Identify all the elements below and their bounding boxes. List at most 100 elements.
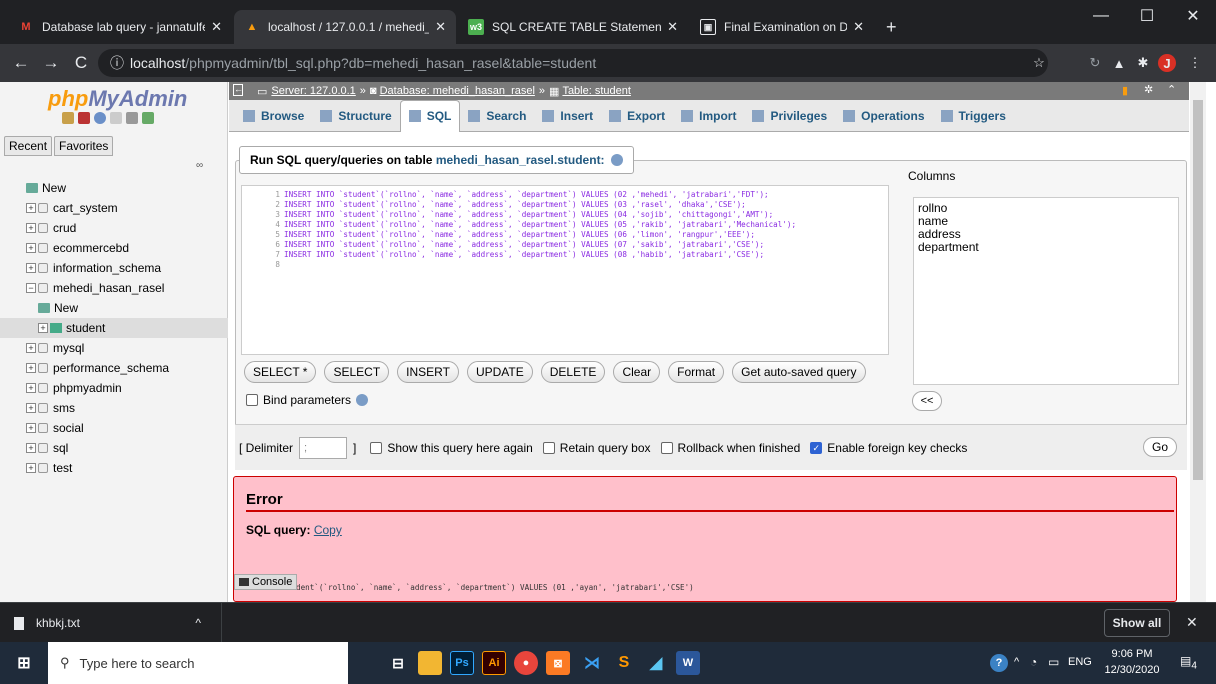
get-autosaved-query-button[interactable]: Get auto-saved query <box>732 361 866 383</box>
tab-triggers[interactable]: Triggers <box>933 100 1014 132</box>
tree-item-phpmyadmin[interactable]: + phpmyadmin <box>0 378 228 398</box>
breadcrumb-table[interactable]: Table: student <box>562 85 631 97</box>
tree-item-student[interactable]: + student <box>0 318 228 338</box>
checkbox[interactable] <box>370 441 383 454</box>
tab-sql[interactable]: SQL <box>399 99 461 132</box>
home-icon[interactable] <box>62 112 74 124</box>
breadcrumb-server[interactable]: Server: 127.0.0.1 <box>271 85 355 97</box>
forward-icon[interactable]: → <box>36 53 66 73</box>
bind-parameters-checkbox[interactable] <box>246 394 258 406</box>
help-tray-icon[interactable]: ? <box>990 654 1008 672</box>
gear-icon[interactable]: ✲ <box>1144 83 1153 96</box>
delete-button[interactable]: DELETE <box>540 361 606 383</box>
tree-item-cart-system[interactable]: + cart_system <box>0 198 228 218</box>
tree-item-mehedi-hasan-rasel[interactable]: − mehedi_hasan_rasel <box>0 278 228 298</box>
expand-icon[interactable]: + <box>26 343 36 353</box>
expand-icon[interactable]: + <box>26 463 36 473</box>
show-all-button[interactable]: Show all <box>1104 609 1170 637</box>
foreign-key-checks-option[interactable]: ✓ Enable foreign key checks <box>810 441 967 455</box>
close-tab-icon[interactable]: ✕ <box>853 19 864 35</box>
retain-query-box-option[interactable]: Retain query box <box>542 441 651 455</box>
phpmyadmin-logo[interactable]: phpMyAdmin <box>48 86 187 112</box>
go-button[interactable]: Go <box>1142 437 1177 457</box>
bind-parameters[interactable]: Bind parameters <box>246 393 369 407</box>
collapse-icon[interactable]: − <box>26 283 36 293</box>
extension-icon[interactable]: ▲ <box>1110 54 1128 72</box>
tab-search[interactable]: Search <box>460 100 534 132</box>
checkbox[interactable] <box>542 441 555 454</box>
windows-start-icon[interactable]: ⊞ <box>12 651 36 675</box>
tab-classroom[interactable]: ▣ Final Examination on Database M ✕ <box>690 10 874 44</box>
close-download-bar-icon[interactable]: ✕ <box>1186 614 1198 631</box>
tree-item-social[interactable]: + social <box>0 418 228 438</box>
expand-icon[interactable]: + <box>26 243 36 253</box>
info-icon[interactable]: ⓘ <box>110 53 124 73</box>
delimiter-input[interactable]: ; <box>299 436 348 459</box>
profile-avatar[interactable]: J <box>1158 54 1176 72</box>
expand-icon[interactable]: + <box>26 363 36 373</box>
docs-icon[interactable] <box>110 112 122 124</box>
expand-icon[interactable]: + <box>26 223 36 233</box>
checkbox[interactable] <box>660 441 673 454</box>
tree-item-mysql[interactable]: + mysql <box>0 338 228 358</box>
back-icon[interactable]: ← <box>6 53 36 73</box>
scrollbar-thumb[interactable] <box>1193 100 1203 480</box>
page-scrollbar[interactable] <box>1190 82 1206 602</box>
close-window-icon[interactable]: ✕ <box>1170 0 1216 32</box>
tab-privileges[interactable]: Privileges <box>744 100 835 132</box>
minimize-icon[interactable]: — <box>1078 0 1124 32</box>
tree-item-sms[interactable]: + sms <box>0 398 228 418</box>
checkbox-checked[interactable]: ✓ <box>810 441 823 454</box>
notification-icon[interactable]: ▤4 <box>1180 654 1197 671</box>
collapse-icon[interactable]: ← <box>233 84 243 96</box>
update-button[interactable]: UPDATE <box>466 361 533 383</box>
breadcrumb-database[interactable]: Database: mehedi_hasan_rasel <box>380 85 535 97</box>
file-explorer-icon[interactable] <box>418 651 442 675</box>
clock[interactable]: 9:06 PM 12/30/2020 <box>1098 646 1166 678</box>
tree-item-crud[interactable]: + crud <box>0 218 228 238</box>
select-star-button[interactable]: SELECT * <box>244 361 317 383</box>
tab-operations[interactable]: Operations <box>835 100 932 132</box>
expand-icon[interactable]: + <box>38 323 48 333</box>
close-tab-icon[interactable]: ✕ <box>667 19 678 35</box>
collapse-up-icon[interactable]: ⌃ <box>1167 83 1176 96</box>
battery-icon[interactable]: ▭ <box>1048 655 1059 669</box>
console-toggle[interactable]: Console <box>234 574 298 590</box>
tab-recent[interactable]: Recent <box>4 136 53 156</box>
close-tab-icon[interactable]: ✕ <box>435 19 446 35</box>
bookmark-star-icon[interactable]: ☆ <box>1030 54 1048 72</box>
tree-item-ecommercebd[interactable]: + ecommercebd <box>0 238 228 258</box>
tab-phpmyadmin[interactable]: ▲ localhost / 127.0.0.1 / mehedi_ha ✕ <box>234 10 456 44</box>
photoshop-icon[interactable]: Ps <box>450 651 474 675</box>
tray-chevron-icon[interactable]: ^ <box>1014 656 1019 668</box>
tab-insert[interactable]: Insert <box>534 100 601 132</box>
xampp-icon[interactable]: ⊠ <box>546 651 570 675</box>
reload-navigation-icon[interactable] <box>142 112 154 124</box>
chevron-up-icon[interactable]: ^ <box>195 616 201 630</box>
url-bar[interactable]: ⓘ localhost /phpmyadmin/tbl_sql.php?db=m… <box>98 49 1048 77</box>
expand-icon[interactable]: + <box>26 403 36 413</box>
menu-kebab-icon[interactable]: ⋮ <box>1186 54 1204 72</box>
help-icon[interactable] <box>356 394 369 406</box>
tab-browse[interactable]: Browse <box>235 100 312 132</box>
chrome-icon[interactable]: ● <box>514 651 538 675</box>
tab-export[interactable]: Export <box>601 100 673 132</box>
close-tab-icon[interactable]: ✕ <box>211 19 222 35</box>
expand-icon[interactable]: + <box>26 443 36 453</box>
language-indicator[interactable]: ENG <box>1068 656 1092 668</box>
taskbar-search[interactable]: ⚲ Type here to search <box>48 642 348 684</box>
columns-list[interactable]: rollno name address department <box>913 197 1179 385</box>
tree-item-sql[interactable]: + sql <box>0 438 228 458</box>
clear-button[interactable]: Clear <box>613 361 661 383</box>
tab-gmail[interactable]: M Database lab query - jannatulferd ✕ <box>8 10 232 44</box>
vscode-icon[interactable]: ⋊ <box>580 651 604 675</box>
sql-editor[interactable]: 12345678 INSERT INTO `student`(`rollno`,… <box>241 185 889 355</box>
reload-icon[interactable]: C <box>66 53 96 73</box>
format-button[interactable]: Format <box>668 361 725 383</box>
help-icon[interactable] <box>94 112 106 124</box>
expand-icon[interactable]: + <box>26 203 36 213</box>
puzzle-icon[interactable]: ✱ <box>1134 54 1152 72</box>
copy-link[interactable]: Copy <box>314 523 342 537</box>
link-icon[interactable]: ∞ <box>196 160 203 171</box>
download-item[interactable]: khbkj.txt ^ <box>0 603 222 643</box>
